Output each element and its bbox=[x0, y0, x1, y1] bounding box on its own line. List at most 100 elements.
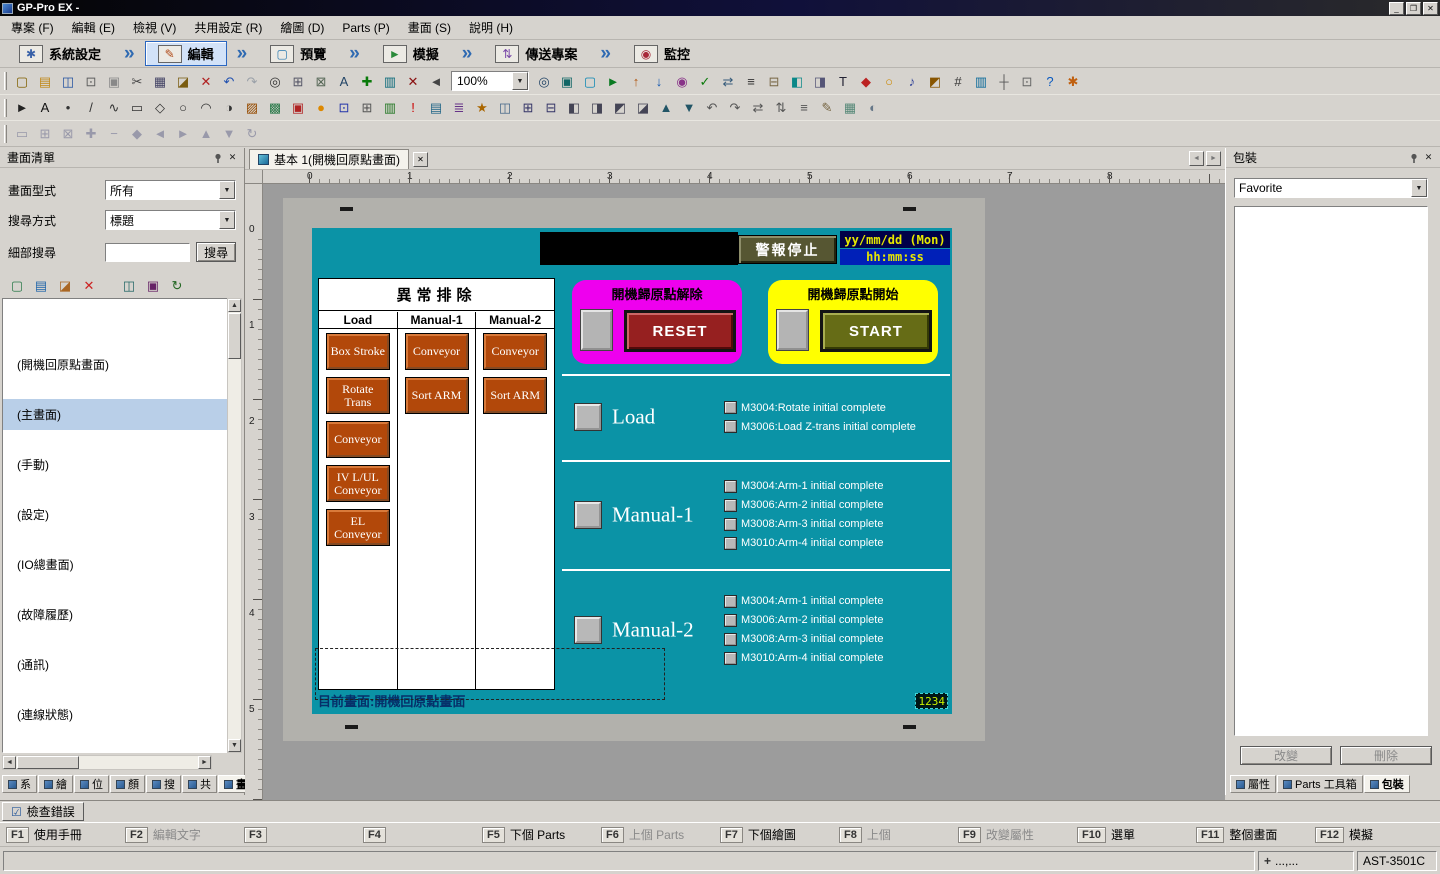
scroll-up-icon[interactable]: ▲ bbox=[228, 299, 241, 312]
screen-page[interactable]: 警報停止 yy/mm/dd (Mon) hh:mm:ss 異常排除 Load bbox=[283, 198, 985, 741]
circle-tool-icon[interactable]: ○ bbox=[172, 98, 194, 118]
line-tool-icon[interactable]: / bbox=[80, 98, 102, 118]
panel-tab[interactable]: 繪 bbox=[38, 775, 73, 793]
screen-list-horizontal-scrollbar[interactable]: ◄ ► bbox=[2, 755, 212, 770]
device-monitor-icon[interactable]: ▥ bbox=[970, 71, 992, 91]
function-key[interactable]: F1 使用手冊 bbox=[6, 826, 125, 843]
section-name[interactable]: Manual-1 bbox=[612, 502, 694, 527]
arc-tool-icon[interactable]: ◠ bbox=[195, 98, 217, 118]
paste-screen-icon[interactable]: ◪ bbox=[54, 275, 76, 295]
function-key[interactable]: F5 下個 Parts bbox=[482, 826, 601, 843]
function-key[interactable]: F12 模擬 bbox=[1315, 826, 1434, 843]
attribute-icon[interactable]: ✎ bbox=[816, 98, 838, 118]
text-attribute-icon[interactable]: A bbox=[333, 71, 355, 91]
bring-front-icon[interactable]: ▲ bbox=[655, 98, 677, 118]
panel-tab[interactable]: 系 bbox=[2, 775, 37, 793]
group-icon[interactable]: ⊞ bbox=[517, 98, 539, 118]
exception-button[interactable]: Conveyor bbox=[327, 422, 389, 457]
brightness-icon[interactable]: ○ bbox=[878, 71, 900, 91]
section-indicator-button[interactable] bbox=[575, 502, 601, 528]
send-back-icon[interactable]: ▼ bbox=[678, 98, 700, 118]
exception-clear-panel[interactable]: 異常排除 Load Box StrokeRotate TransConveyor… bbox=[318, 278, 555, 690]
flip-vertical-icon[interactable]: ⇅ bbox=[770, 98, 792, 118]
panel-tab[interactable]: 屬性 bbox=[1230, 775, 1276, 793]
screen-jump-icon[interactable]: ▣ bbox=[556, 71, 578, 91]
list-item[interactable]: (開機回原點畫面) bbox=[3, 339, 227, 389]
open-project-icon[interactable]: ▤ bbox=[34, 71, 56, 91]
tab-scroll-right-icon[interactable]: ► bbox=[1206, 151, 1221, 166]
panel-tab[interactable]: 搜 bbox=[146, 775, 181, 793]
new-screen-icon[interactable]: ✚ bbox=[356, 71, 378, 91]
options-icon[interactable]: ✱ bbox=[1062, 71, 1084, 91]
recipe-part-icon[interactable]: ≣ bbox=[448, 98, 470, 118]
delete-screen-icon[interactable]: ✕ bbox=[402, 71, 424, 91]
workflow-step[interactable]: ✱ 系統設定 bbox=[6, 41, 114, 66]
package-action-button[interactable]: 刪除 bbox=[1340, 746, 1432, 765]
hmi-screen-design[interactable]: 警報停止 yy/mm/dd (Mon) hh:mm:ss 異常排除 Load bbox=[312, 228, 952, 714]
select-tool-icon[interactable]: ► bbox=[11, 98, 33, 118]
close-panel-icon[interactable]: ✕ bbox=[225, 151, 240, 165]
status-flag[interactable]: M3008:Arm-3 initial complete bbox=[725, 517, 883, 532]
status-flag[interactable]: M3004:Rotate initial complete bbox=[725, 400, 916, 415]
scroll-down-icon[interactable]: ▼ bbox=[228, 739, 241, 752]
grid-toggle-icon[interactable]: ⊞ bbox=[34, 124, 56, 144]
function-key[interactable]: F8 上個 bbox=[839, 826, 958, 843]
print-icon[interactable]: ⊡ bbox=[80, 71, 102, 91]
copy-screen-icon[interactable]: ▥ bbox=[379, 71, 401, 91]
restore-button[interactable]: ❐ bbox=[1406, 2, 1421, 15]
switch-part-icon[interactable]: ▣ bbox=[287, 98, 309, 118]
list-item[interactable]: (連線狀態) bbox=[3, 689, 227, 739]
list-item[interactable]: (手動) bbox=[3, 439, 227, 489]
zoom-tool-icon[interactable]: ◎ bbox=[533, 71, 555, 91]
menu-item[interactable]: 畫面 (S) bbox=[399, 16, 460, 39]
library-icon[interactable]: ▦ bbox=[839, 98, 861, 118]
selection-rectangle[interactable] bbox=[315, 648, 665, 700]
color-icon[interactable]: ◆ bbox=[855, 71, 877, 91]
rotate-right-icon[interactable]: ↷ bbox=[724, 98, 746, 118]
screen-property-icon[interactable]: ▣ bbox=[142, 275, 164, 295]
delete-screen-icon[interactable]: ✕ bbox=[78, 275, 100, 295]
error-check-tab[interactable]: ☑ 檢查錯誤 bbox=[2, 802, 84, 821]
edit-canvas[interactable]: 警報停止 yy/mm/dd (Mon) hh:mm:ss 異常排除 Load bbox=[263, 184, 1225, 800]
zoom-level-select[interactable]: 100% ▼ bbox=[451, 71, 529, 91]
close-panel-icon[interactable]: ✕ bbox=[1421, 151, 1436, 165]
dot-tool-icon[interactable]: • bbox=[57, 98, 79, 118]
package-select[interactable]: Favorite ▼ bbox=[1234, 178, 1428, 198]
scroll-left-icon[interactable]: ◄ bbox=[3, 756, 16, 769]
polygon-tool-icon[interactable]: ◇ bbox=[149, 98, 171, 118]
rect-tool-icon[interactable]: ▭ bbox=[126, 98, 148, 118]
numeric-display[interactable]: 1234 bbox=[915, 693, 948, 709]
function-key[interactable]: F2 編輯文字 bbox=[125, 826, 244, 843]
paste-icon[interactable]: ◪ bbox=[172, 71, 194, 91]
status-flag[interactable]: M3006:Load Z-trans initial complete bbox=[725, 419, 916, 434]
zoom-out-icon[interactable]: − bbox=[103, 124, 125, 144]
image-tool-icon[interactable]: ▩ bbox=[264, 98, 286, 118]
screen-type-select[interactable]: 所有 ▼ bbox=[105, 180, 236, 200]
print-preview-icon[interactable]: ▣ bbox=[103, 71, 125, 91]
rotate-left-icon[interactable]: ↶ bbox=[701, 98, 723, 118]
package-action-button[interactable]: 改變 bbox=[1240, 746, 1332, 765]
zoom-in-icon[interactable]: ✚ bbox=[80, 124, 102, 144]
section-indicator-button[interactable] bbox=[575, 404, 601, 430]
move-up-icon[interactable]: ▲ bbox=[195, 124, 217, 144]
lamp-part-icon[interactable]: ● bbox=[310, 98, 332, 118]
list-item[interactable]: (故障履歷) bbox=[3, 589, 227, 639]
exception-button[interactable]: Conveyor bbox=[484, 334, 546, 369]
list-item[interactable]: (設定) bbox=[3, 489, 227, 539]
menu-item[interactable]: 專案 (F) bbox=[2, 16, 63, 39]
transfer-send-icon[interactable]: ↑ bbox=[625, 71, 647, 91]
function-key[interactable]: F7 下個繪圖 bbox=[720, 826, 839, 843]
simulation-icon[interactable]: ► bbox=[602, 71, 624, 91]
exception-button[interactable]: Box Stroke bbox=[327, 334, 389, 369]
copy-icon[interactable]: ▦ bbox=[149, 71, 171, 91]
error-check-icon[interactable]: ✓ bbox=[694, 71, 716, 91]
previous-state-icon[interactable]: ◄ bbox=[149, 124, 171, 144]
chevron-down-icon[interactable]: ▼ bbox=[1411, 179, 1427, 197]
undo-icon[interactable]: ↶ bbox=[218, 71, 240, 91]
special-part-icon[interactable]: ★ bbox=[471, 98, 493, 118]
search-mode-select[interactable]: 標題 ▼ bbox=[105, 210, 236, 230]
align-top-icon[interactable]: ◩ bbox=[609, 98, 631, 118]
status-flag[interactable]: M3006:Arm-2 initial complete bbox=[725, 613, 883, 628]
scrollbar-thumb[interactable] bbox=[228, 313, 241, 359]
new-project-icon[interactable]: ▢ bbox=[11, 71, 33, 91]
